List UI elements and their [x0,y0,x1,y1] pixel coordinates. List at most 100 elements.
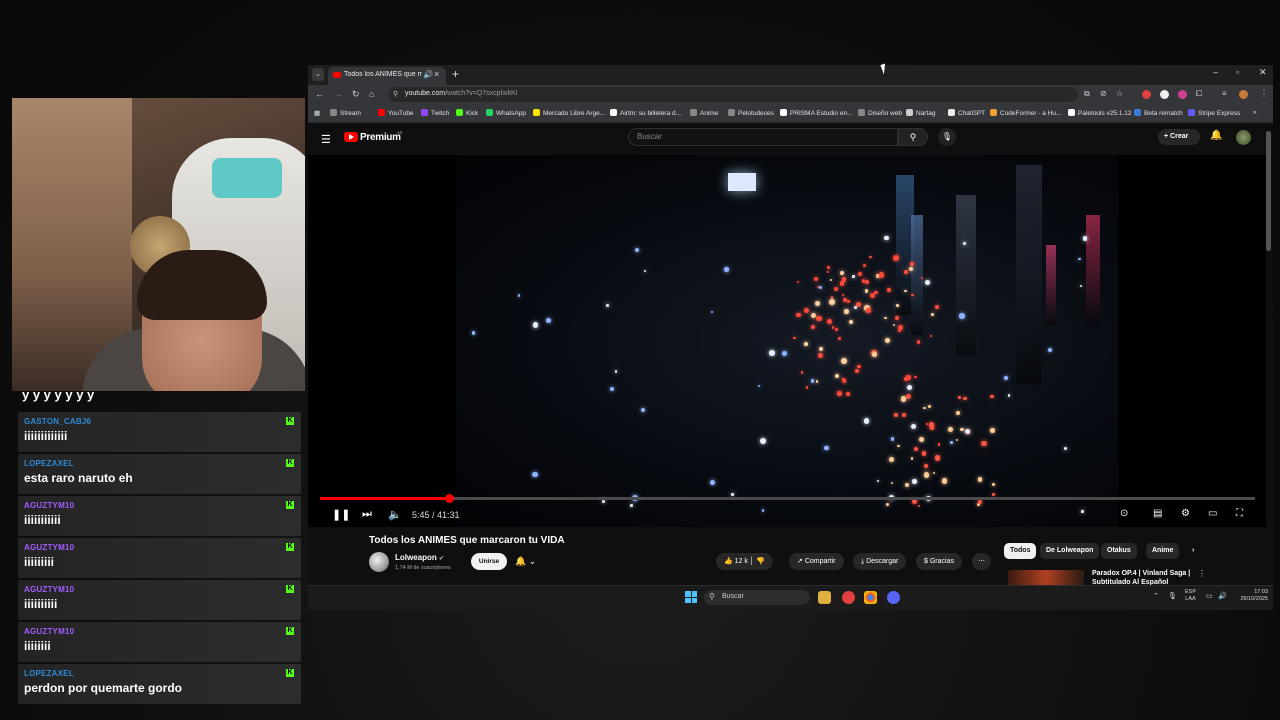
bookmark-item[interactable]: Pelotudeces [728,109,774,117]
apps-grid-icon[interactable]: ▦ [314,109,320,117]
download-button[interactable]: ⤓ Descargar [853,553,907,570]
bookmark-item[interactable]: Diseño web [858,109,902,117]
extension-icon[interactable] [1160,90,1169,99]
fullscreen-icon[interactable]: ⛶ [1236,508,1243,519]
home-icon[interactable]: ⌂ [369,89,374,99]
autoplay-toggle[interactable]: ⊙ [1120,508,1128,519]
tab-audio-icon[interactable]: 🔊 [423,70,433,79]
subtitles-icon[interactable]: ▤ [1153,508,1162,519]
clock[interactable]: 17:03 26/10/2025 [1233,589,1268,603]
hide-icon[interactable]: ⊘ [1100,89,1107,98]
close-window-button[interactable]: ✕ [1259,67,1267,78]
channel-avatar[interactable] [369,552,389,572]
menu-kebab-icon[interactable]: ⋮ [1260,89,1268,98]
tray-chevron-icon[interactable]: ⌃ [1153,592,1159,600]
reload-icon[interactable]: ↻ [352,89,360,100]
filter-chip[interactable]: Otakus [1101,543,1137,559]
search-input[interactable]: Buscar [628,128,898,146]
language-indicator[interactable]: ESP LAA [1185,589,1196,603]
bookmark-star-icon[interactable]: ☆ [1116,89,1123,98]
chat-username[interactable]: LOPEZAXEL [24,669,74,678]
bookmark-item[interactable]: Mercado Libre Arge... [533,109,605,117]
account-avatar[interactable] [1236,130,1251,145]
bookmark-item[interactable]: Anime [690,109,718,117]
bookmark-item[interactable]: Kick [456,109,478,117]
install-icon[interactable]: ⧉ [1084,89,1090,99]
bookmark-item[interactable]: Stripe Express [1188,109,1240,117]
more-bookmarks-icon[interactable]: » [1253,109,1257,116]
menu-icon[interactable]: ☰ [321,133,331,146]
subscription-bell-icon[interactable]: 🔔 ⌄ [515,556,536,567]
bookmark-item[interactable]: CodeFormer - a Hu... [990,109,1061,117]
city-light [918,504,921,507]
page-scrollbar[interactable] [1266,131,1271,251]
chat-username[interactable]: LOPEZAXEL [24,459,74,468]
settings-gear-icon[interactable]: ⚙ [1181,508,1190,519]
site-info-icon[interactable]: ⚲ [393,90,398,98]
bookmark-item[interactable]: WhatsApp [486,109,526,117]
share-icon: ↗ [797,558,803,565]
volume-icon[interactable]: 🔈 [388,508,402,521]
windows-start-icon[interactable] [685,591,697,603]
extensions-puzzle-icon[interactable]: ⧠ [1196,89,1202,99]
search-icon[interactable]: ⚲ [898,128,928,146]
bookmark-item[interactable]: Twitch [421,109,449,117]
next-icon[interactable]: ⏭ [362,508,372,521]
bookmark-item[interactable]: ChatGPT [948,109,985,117]
more-actions-button[interactable]: ⋯ [972,553,991,570]
pause-icon[interactable]: ❚❚ [332,508,350,521]
like-button[interactable]: 👍 12 k │ 👎 [716,553,773,570]
chrome-icon[interactable] [864,591,877,604]
bookmark-item[interactable]: Stream [330,109,361,117]
speaker-icon[interactable]: 🔊 [1218,592,1227,600]
new-tab-button[interactable]: + [452,67,459,81]
restore-button[interactable]: ▫ [1236,67,1239,77]
youtube-brand[interactable]: Premium [360,132,401,143]
channel-name[interactable]: Lolweapon ✔ [395,553,444,562]
network-icon[interactable]: ▭ [1206,592,1213,600]
chat-username[interactable]: AGUZTYM10 [24,627,74,636]
profile-avatar[interactable] [1239,90,1248,99]
bookmark-item[interactable]: Paletools v25.1.12 [1068,109,1131,117]
extension-icon[interactable] [1178,90,1187,99]
tab-close-icon[interactable]: × [434,69,439,79]
bookmark-item[interactable]: Nartag [906,109,936,117]
chat-username[interactable]: AGUZTYM10 [24,543,74,552]
share-button[interactable]: ↗ Compartir [789,553,844,570]
app-icon[interactable] [842,591,855,604]
progress-scrubber[interactable] [445,494,455,503]
bookmark-item[interactable]: PRISMA Estudio en... [780,109,853,117]
create-button[interactable]: + Crear [1158,129,1200,145]
extension-icon[interactable] [1142,90,1151,99]
video-player[interactable]: ❚❚ ⏭ 🔈 5:45 / 41:31 ⊙ ▤ ⚙ ▭ ⛶ [308,155,1266,527]
video-progress-bar[interactable] [320,494,1255,503]
filter-chip[interactable]: Anime [1146,543,1180,559]
microphone-tray-icon[interactable]: 🎙 [1168,592,1177,600]
forward-icon[interactable]: → [334,89,343,99]
filter-chip[interactable]: Todos [1004,543,1037,559]
join-button[interactable]: Unirse [471,553,507,570]
tab-search-button[interactable]: ⌄ [312,68,324,81]
filter-chip[interactable]: De Lolweapon [1040,543,1100,559]
bookmark-item[interactable]: Airtm: su billetera d... [610,109,681,117]
url-field[interactable]: ⚲ youtube.com/watch?v=Q7sxcpIwkKI [388,87,1078,102]
theater-mode-icon[interactable]: ▭ [1208,508,1217,519]
discord-icon[interactable] [887,591,900,604]
back-icon[interactable]: ← [315,89,324,99]
taskbar-search[interactable]: ⚲ Buscar [704,590,810,605]
tab-youtube[interactable]: Todos los ANIMES que mar... 🔊 × [328,67,446,85]
mic-icon[interactable]: 🎙 [938,128,956,146]
related-video-menu-icon[interactable]: ⋮ [1198,569,1206,578]
bookmark-item[interactable]: YouTube [378,109,414,117]
minimize-button[interactable]: – [1213,67,1218,77]
file-explorer-icon[interactable] [818,591,831,604]
chat-username[interactable]: AGUZTYM10 [24,501,74,510]
youtube-logo-icon[interactable] [344,132,358,142]
notifications-bell-icon[interactable]: 🔔 [1210,130,1222,141]
thanks-button[interactable]: $ Gracias [916,553,962,570]
chat-username[interactable]: AGUZTYM10 [24,585,74,594]
bookmark-item[interactable]: Beta rematch [1134,109,1183,117]
chat-username[interactable]: GASTON_CABJ6 [24,417,91,426]
sidebar-icon[interactable]: ≡ [1222,89,1227,98]
chips-next-icon[interactable]: › [1186,543,1200,559]
